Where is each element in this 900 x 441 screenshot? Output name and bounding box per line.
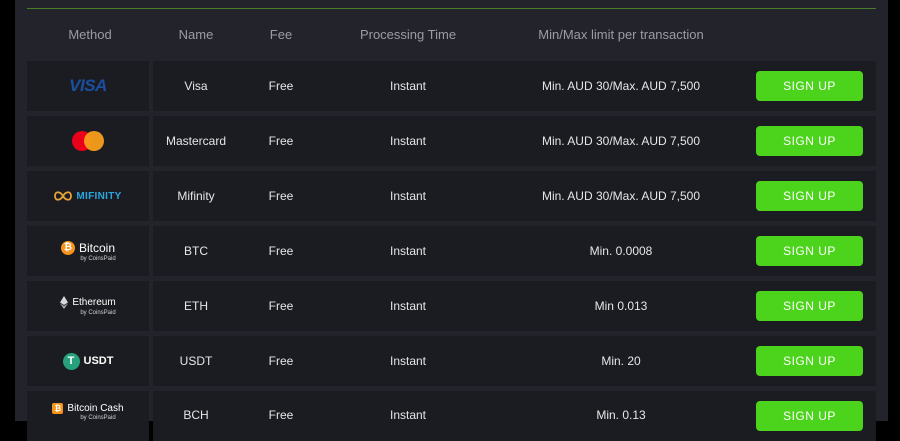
infinity-icon bbox=[54, 191, 73, 201]
method-processing-time: Instant bbox=[389, 189, 427, 203]
header-limits: Min/Max limit per transaction bbox=[538, 27, 704, 42]
method-name: Mastercard bbox=[165, 134, 227, 148]
sign-up-button[interactable]: SIGN UP bbox=[756, 346, 863, 376]
method-processing-time: Instant bbox=[389, 79, 427, 93]
method-limit: Min. 20 bbox=[601, 354, 641, 368]
sign-up-button[interactable]: SIGN UP bbox=[756, 126, 863, 156]
method-logo-cell: T USDT bbox=[27, 336, 149, 386]
method-logo-cell: VISA bbox=[27, 61, 149, 111]
method-logo-cell: Ethereum by CoinsPaid bbox=[27, 281, 149, 331]
method-processing-time: Instant bbox=[389, 354, 427, 368]
method-name: Visa bbox=[184, 79, 208, 93]
method-name: BTC bbox=[184, 244, 208, 258]
method-limit: Min. AUD 30/Max. AUD 7,500 bbox=[541, 134, 701, 148]
table-row: MIFINITY Mifinity Free Instant Min. AUD … bbox=[27, 171, 876, 221]
table-header: Method Name Fee Processing Time Min/Max … bbox=[27, 20, 876, 50]
method-fee: Free bbox=[268, 134, 294, 148]
tether-icon: T bbox=[62, 352, 80, 370]
method-logo-cell: ₿ Bitcoin by CoinsPaid bbox=[27, 226, 149, 276]
header-method: Method bbox=[68, 27, 112, 42]
sign-up-button[interactable]: SIGN UP bbox=[756, 71, 863, 101]
method-fee: Free bbox=[268, 299, 294, 313]
method-processing-time: Instant bbox=[389, 134, 427, 148]
mifinity-logo: MIFINITY bbox=[54, 191, 121, 202]
table-row: Mastercard Free Instant Min. AUD 30/Max.… bbox=[27, 116, 876, 166]
bitcoin-cash-icon: ₿ bbox=[52, 403, 64, 414]
method-name: USDT bbox=[179, 354, 213, 368]
method-limit: Min. AUD 30/Max. AUD 7,500 bbox=[541, 189, 701, 203]
bitcoin-icon: ₿ bbox=[60, 240, 75, 255]
method-name: BCH bbox=[183, 408, 209, 422]
method-fee: Free bbox=[268, 354, 294, 368]
table-row: Ethereum by CoinsPaid ETH Free Instant M… bbox=[27, 281, 876, 331]
method-limit: Min. 0.0008 bbox=[589, 244, 653, 258]
method-limit: Min. AUD 30/Max. AUD 7,500 bbox=[541, 79, 701, 93]
method-fee: Free bbox=[268, 79, 294, 93]
usdt-logo: T USDT bbox=[62, 352, 113, 370]
method-name: Mifinity bbox=[177, 189, 215, 203]
table-row: ₿ Bitcoin by CoinsPaid BTC Free Instant … bbox=[27, 226, 876, 276]
method-logo-cell bbox=[27, 116, 149, 166]
method-processing-time: Instant bbox=[389, 244, 427, 258]
method-processing-time: Instant bbox=[389, 408, 427, 422]
sign-up-button[interactable]: SIGN UP bbox=[756, 236, 863, 266]
sign-up-button[interactable]: SIGN UP bbox=[756, 291, 863, 321]
bitcoin-cash-logo: ₿ Bitcoin Cash by CoinsPaid bbox=[52, 403, 124, 421]
method-fee: Free bbox=[268, 244, 294, 258]
ethereum-icon bbox=[60, 296, 69, 309]
method-limit: Min 0.013 bbox=[594, 299, 648, 313]
visa-logo: VISA bbox=[69, 76, 107, 95]
header-fee: Fee bbox=[269, 27, 293, 42]
ethereum-logo: Ethereum by CoinsPaid bbox=[60, 296, 116, 316]
method-processing-time: Instant bbox=[389, 299, 427, 313]
table-row: VISA Visa Free Instant Min. AUD 30/Max. … bbox=[27, 61, 876, 111]
table-row: ₿ Bitcoin Cash by CoinsPaid BCH Free Ins… bbox=[27, 391, 876, 441]
sign-up-button[interactable]: SIGN UP bbox=[756, 401, 863, 431]
header-processing-time: Processing Time bbox=[359, 27, 457, 42]
method-limit: Min. 0.13 bbox=[596, 408, 646, 422]
method-logo-cell: ₿ Bitcoin Cash by CoinsPaid bbox=[27, 391, 149, 441]
method-fee: Free bbox=[268, 189, 294, 203]
header-name: Name bbox=[178, 27, 214, 42]
method-logo-cell: MIFINITY bbox=[27, 171, 149, 221]
method-fee: Free bbox=[268, 408, 294, 422]
bitcoin-logo: ₿ Bitcoin by CoinsPaid bbox=[60, 240, 116, 262]
mastercard-icon bbox=[72, 131, 104, 151]
method-name: ETH bbox=[184, 299, 208, 313]
divider bbox=[27, 8, 876, 9]
table-row: T USDT USDT Free Instant Min. 20 SIGN UP bbox=[27, 336, 876, 386]
sign-up-button[interactable]: SIGN UP bbox=[756, 181, 863, 211]
